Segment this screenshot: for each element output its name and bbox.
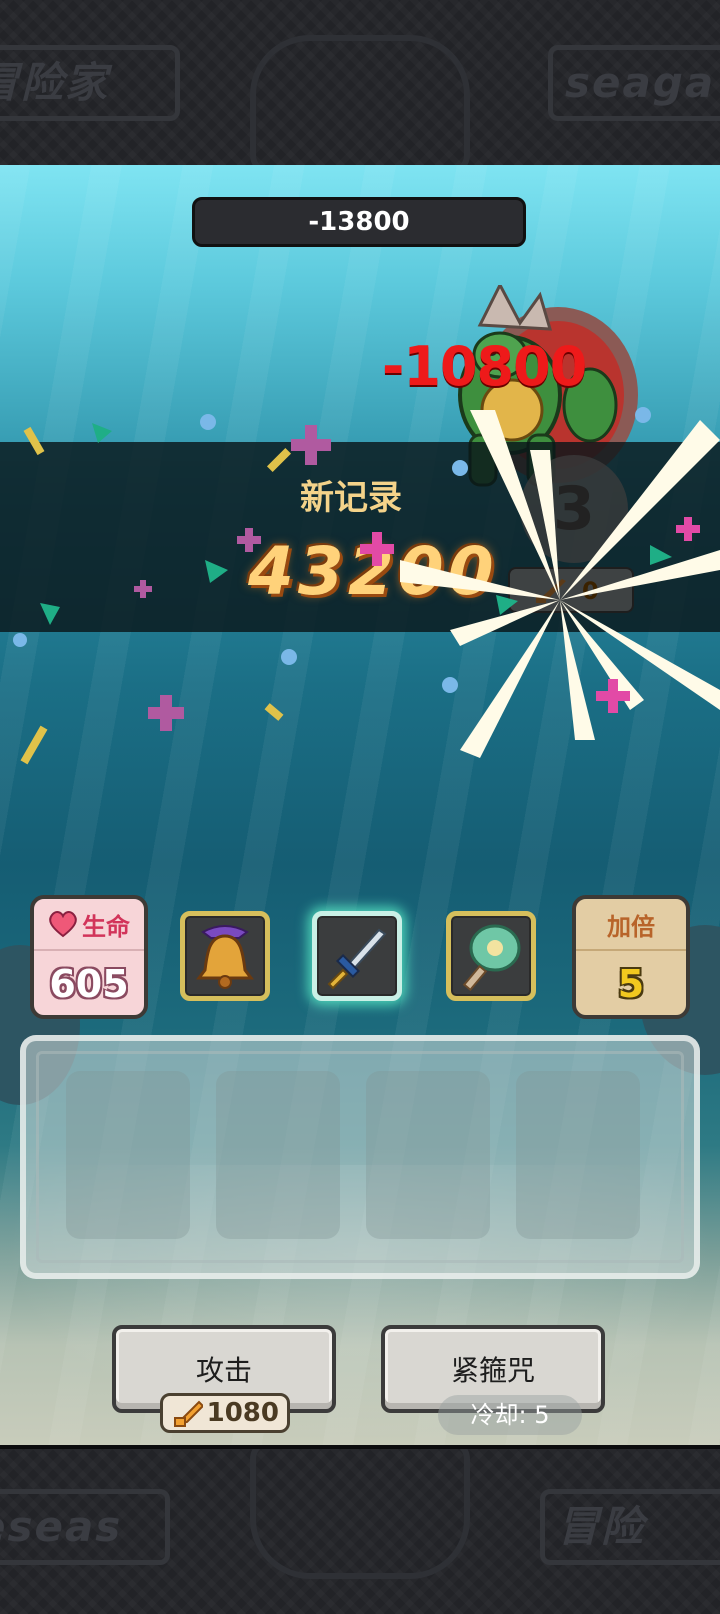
life-label: 生命 [82, 912, 130, 941]
fan-icon [462, 924, 521, 992]
monster-attack-value: 0 [582, 577, 599, 605]
new-record-label: 新记录 [300, 478, 402, 518]
total-damage-display: -13800 [192, 197, 526, 247]
damage-popup: -10800 [382, 335, 587, 398]
frame-plate-right: 冒险 [540, 1489, 720, 1565]
bell-icon [196, 925, 254, 989]
frame-plate-right: seaga [548, 45, 720, 121]
sword-icon [536, 579, 566, 603]
frame-plate-left: 冒险家 [0, 45, 180, 121]
record-score: 43200 [248, 533, 498, 610]
frame-emblem [250, 35, 470, 165]
life-header: 生命 [34, 899, 144, 951]
sword-cost-icon [173, 1400, 203, 1427]
attack-cost: 1080 [160, 1393, 290, 1433]
card-slot[interactable] [516, 1071, 640, 1239]
life-value: 605 [49, 962, 129, 1006]
card-slot[interactable] [66, 1071, 190, 1239]
multiplier-stat: 加倍 5 [572, 895, 690, 1019]
attack-label: 攻击 [195, 1354, 252, 1387]
attack-cost-value: 1080 [206, 1398, 279, 1428]
bottom-frame: eseas 冒险 [0, 1445, 720, 1614]
multiplier-label: 加倍 [576, 899, 686, 951]
monster-attack-badge: 0 [508, 567, 634, 613]
curse-label: 紧箍咒 [450, 1354, 535, 1387]
card-slot[interactable] [366, 1071, 490, 1239]
multiplier-value: 5 [617, 962, 645, 1006]
item-slot-bell[interactable] [180, 911, 270, 1001]
card-tray [20, 1035, 700, 1279]
life-stat: 生命 605 [30, 895, 148, 1019]
cooldown-indicator: 冷却: 5 [438, 1395, 582, 1435]
card-slot[interactable] [216, 1071, 340, 1239]
heart-icon [49, 911, 77, 938]
frame-plate-left: eseas [0, 1489, 170, 1565]
battle-scene: -13800 新记录 43200 3 0 -10800 生命 605 加倍 5 … [0, 165, 720, 1445]
frame-emblem [250, 1449, 470, 1579]
round-counter: 3 [520, 455, 628, 563]
item-slot-sword[interactable] [312, 911, 402, 1001]
sword-icon [327, 928, 387, 990]
item-slot-fan[interactable] [446, 911, 536, 1001]
top-frame: 冒险家 seaga [0, 0, 720, 169]
